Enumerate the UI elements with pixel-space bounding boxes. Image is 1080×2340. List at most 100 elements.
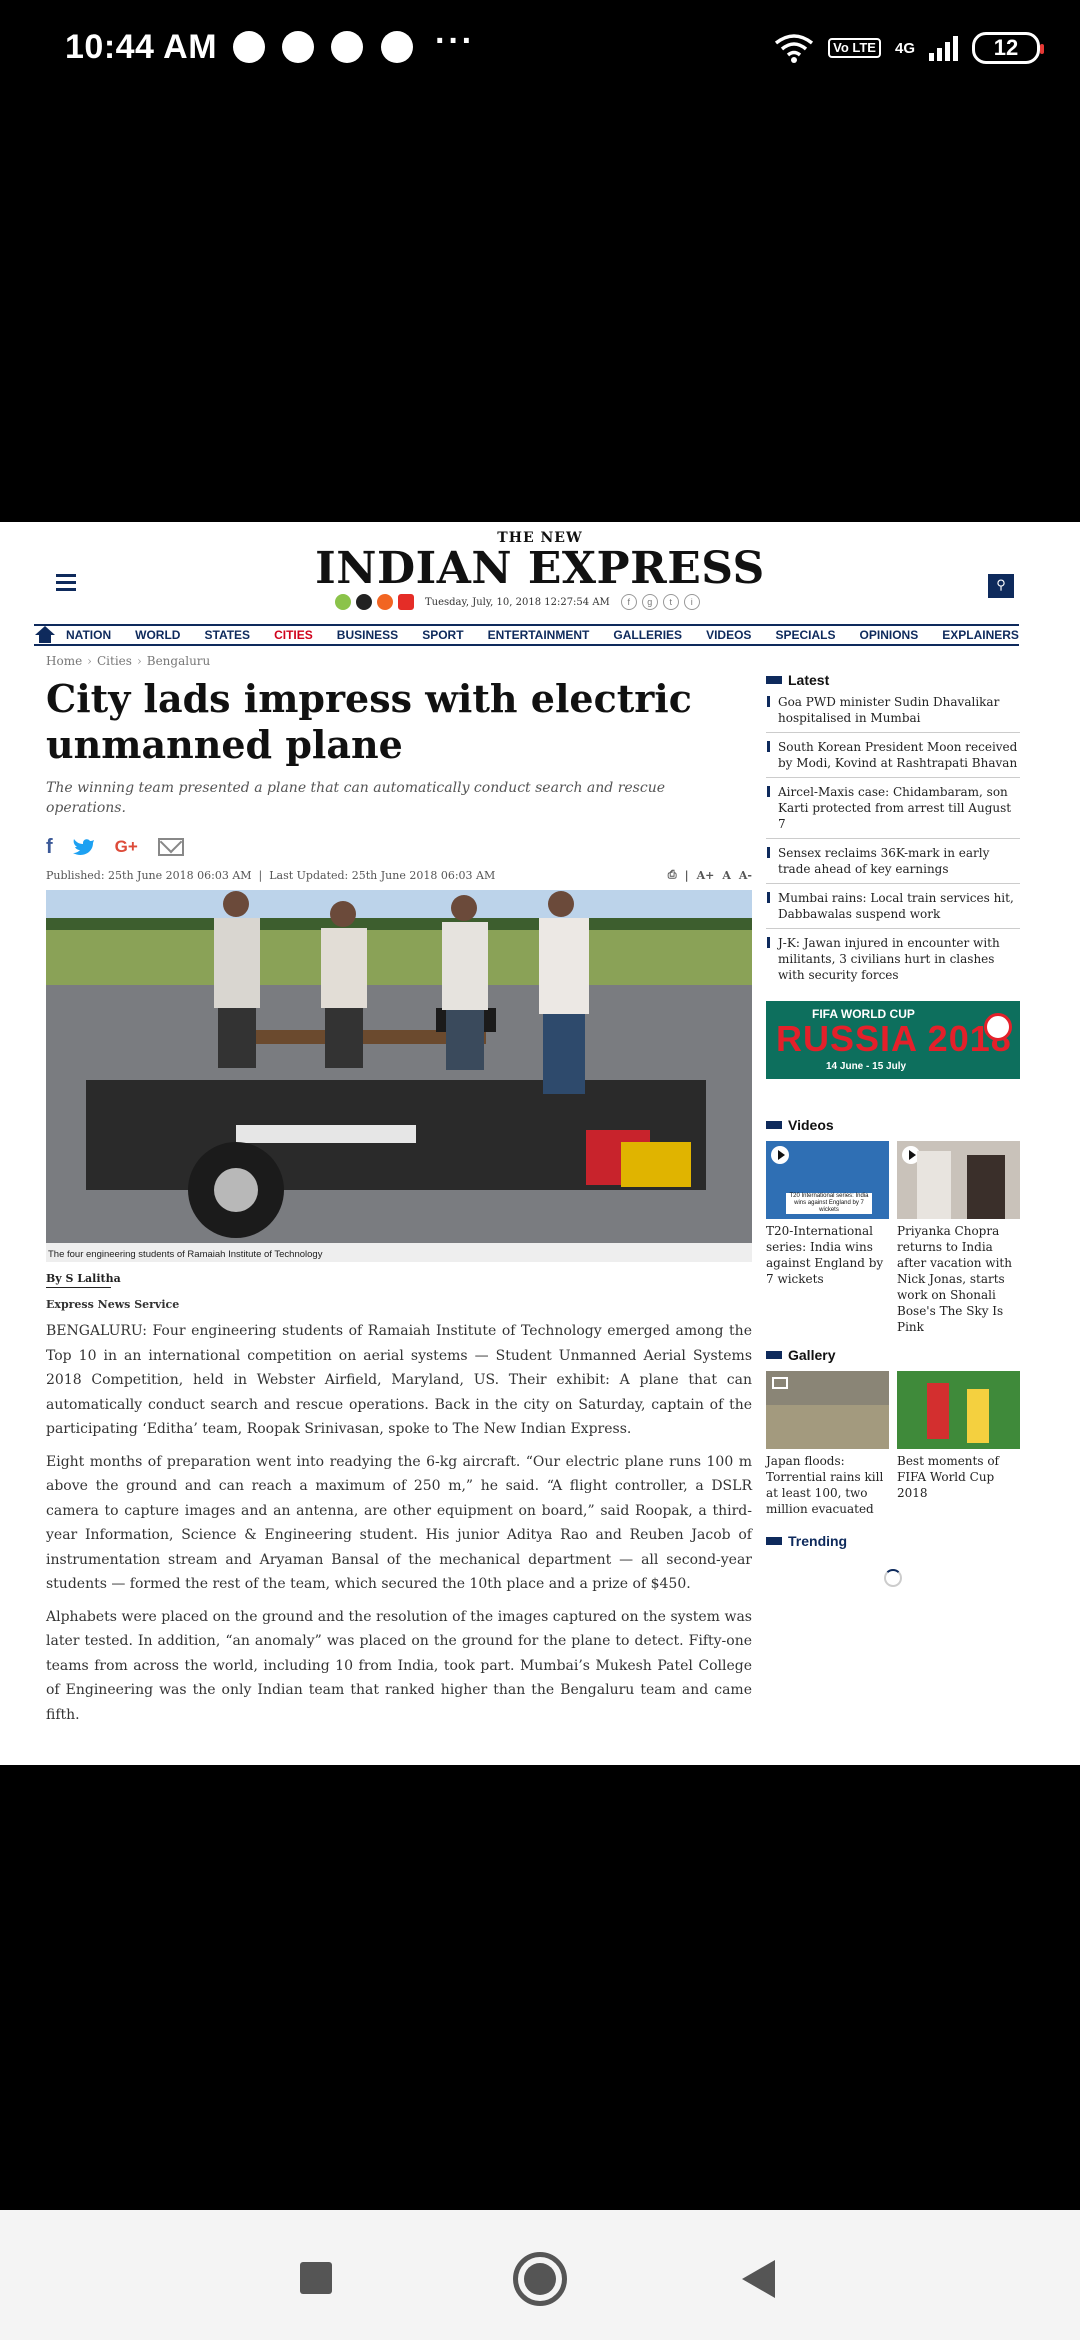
back-button[interactable]: [742, 2260, 775, 2298]
latest-item[interactable]: Sensex reclaims 36K-mark in early trade …: [766, 839, 1020, 884]
logo-main-text: INDIAN EXPRESS: [315, 543, 765, 594]
home-icon[interactable]: [34, 626, 56, 644]
font-increase-button[interactable]: A+: [697, 869, 715, 882]
video-card[interactable]: Priyanka Chopra returns to India after v…: [897, 1141, 1020, 1335]
email-share-icon[interactable]: [157, 838, 184, 856]
nav-item-nation[interactable]: NATION: [66, 628, 111, 642]
android-icon[interactable]: [335, 594, 351, 610]
gallery-icon: [772, 1377, 788, 1389]
trending-heading: Trending: [766, 1533, 1020, 1549]
google-plus-icon[interactable]: g: [641, 594, 658, 610]
latest-item[interactable]: Goa PWD minister Sudin Dhavalikar hospit…: [766, 688, 1020, 733]
status-time: 10:44 AM: [65, 28, 218, 66]
gallery-heading: Gallery: [766, 1347, 1020, 1363]
gallery-card[interactable]: Japan floods: Torrential rains kill at l…: [766, 1371, 889, 1517]
loading-spinner-icon: [884, 1569, 902, 1587]
apple-icon[interactable]: [356, 594, 372, 610]
google-plus-share-icon[interactable]: G+: [115, 837, 138, 857]
header-meta: Tuesday, July, 10, 2018 12:27:54 AM f g …: [335, 592, 755, 612]
gallery-thumbnail: [897, 1371, 1020, 1449]
chat-bubble-icon: [233, 31, 265, 63]
article-title: City lads impress with electric unmanned…: [46, 676, 692, 767]
latest-heading: Latest: [766, 672, 1020, 688]
nav-item-world[interactable]: WORLD: [135, 628, 180, 642]
nav-item-business[interactable]: BUSINESS: [337, 628, 398, 642]
video-thumbnail: T20 International series: India wins aga…: [766, 1141, 889, 1219]
instagram-icon[interactable]: i: [683, 594, 700, 610]
banner-main-text: RUSSIA 2018: [776, 1018, 1012, 1059]
nav-item-specials[interactable]: SPECIALS: [775, 628, 835, 642]
twitter-icon[interactable]: t: [662, 594, 679, 610]
latest-item[interactable]: J-K: Jawan injured in encounter with mil…: [766, 929, 1020, 989]
main-nav: NATION WORLD STATES CITIES BUSINESS SPOR…: [34, 624, 1019, 646]
site-logo[interactable]: THE NEW INDIAN EXPRESS: [0, 530, 1080, 592]
video-thumbnail: [897, 1141, 1020, 1219]
football-icon: [984, 1013, 1012, 1041]
article-photo: [46, 890, 752, 1243]
grid-app-icon: [282, 31, 314, 63]
section-flag-icon: [766, 1537, 782, 1545]
facebook-icon[interactable]: f: [620, 594, 637, 610]
author-byline[interactable]: By S Lalitha: [46, 1272, 752, 1285]
latest-item[interactable]: South Korean President Moon received by …: [766, 733, 1020, 778]
home-button[interactable]: [513, 2252, 567, 2306]
recent-apps-button[interactable]: [300, 2262, 332, 2294]
published-date: Published: 25th June 2018 06:03 AM: [46, 868, 252, 882]
banner-dates: 14 June - 15 July: [826, 1061, 907, 1072]
font-reset-button[interactable]: A: [722, 869, 731, 882]
nav-item-sport[interactable]: SPORT: [422, 628, 463, 642]
wifi-icon: [775, 34, 814, 63]
video-title: T20-International series: India wins aga…: [766, 1224, 884, 1286]
breadcrumb-separator: ›: [87, 654, 92, 668]
trending-title: Trending: [788, 1533, 848, 1549]
nav-item-galleries[interactable]: GALLERIES: [613, 628, 682, 642]
videos-title: Videos: [788, 1117, 834, 1133]
video-title: Priyanka Chopra returns to India after v…: [897, 1224, 1012, 1334]
rss-icon[interactable]: [377, 594, 393, 610]
battery-level: 12: [993, 35, 1019, 60]
video-card[interactable]: T20 International series: India wins aga…: [766, 1141, 889, 1335]
updated-date: Last Updated: 25th June 2018 06:03 AM: [269, 868, 496, 882]
breadcrumb: Home › Cities › Bengaluru: [46, 654, 752, 668]
twitter-share-icon[interactable]: [72, 838, 95, 856]
system-navigation-bar: [0, 2210, 1080, 2340]
grid-app-icon: [331, 31, 363, 63]
nav-item-videos[interactable]: VIDEOS: [706, 628, 751, 642]
meta-divider: |: [684, 868, 689, 882]
latest-title: Latest: [788, 672, 830, 688]
facebook-icon: [381, 31, 413, 63]
signal-icon: [929, 35, 958, 61]
play-icon: [771, 1146, 789, 1164]
search-icon: ⚲: [996, 578, 1006, 593]
breadcrumb-bengaluru[interactable]: Bengaluru: [147, 654, 211, 668]
gallery-card[interactable]: Best moments of FIFA World Cup 2018: [897, 1371, 1020, 1517]
gallery-title: Gallery: [788, 1347, 836, 1363]
gallery-thumbnail: [766, 1371, 889, 1449]
videos-grid: T20 International series: India wins aga…: [766, 1141, 1020, 1335]
facebook-share-icon[interactable]: f: [46, 836, 53, 859]
latest-item[interactable]: Aircel-Maxis case: Chidambaram, son Kart…: [766, 778, 1020, 839]
photo-students-with-plane: [46, 890, 752, 1243]
gallery-title-text: Japan floods: Torrential rains kill at l…: [766, 1454, 884, 1516]
sidebar: Latest Goa PWD minister Sudin Dhavalikar…: [766, 672, 1020, 1587]
nav-item-explainers[interactable]: EXPLAINERS: [942, 628, 1019, 642]
breadcrumb-home[interactable]: Home: [46, 654, 82, 668]
font-decrease-button[interactable]: A-: [739, 869, 752, 882]
search-button[interactable]: ⚲: [988, 574, 1014, 598]
latest-item[interactable]: Mumbai rains: Local train services hit, …: [766, 884, 1020, 929]
article-paragraph: BENGALURU: Four engineering students of …: [46, 1323, 752, 1437]
print-icon[interactable]: ⎙: [668, 868, 677, 882]
fifa-world-cup-banner[interactable]: FIFA WORLD CUP RUSSIA 2018 14 June - 15 …: [766, 1001, 1020, 1079]
photo-caption: The four engineering students of Ramaiah…: [46, 1243, 752, 1262]
nav-item-entertainment[interactable]: ENTERTAINMENT: [488, 628, 590, 642]
network-type: 4G: [894, 39, 915, 57]
volte-icon: Vo LTE: [828, 38, 881, 58]
nav-item-cities[interactable]: CITIES: [274, 628, 313, 642]
youtube-icon[interactable]: [398, 594, 414, 610]
nav-item-opinions[interactable]: OPINIONS: [860, 628, 919, 642]
videos-heading: Videos: [766, 1117, 1020, 1133]
article: Home › Cities › Bengaluru City lads impr…: [46, 654, 752, 1727]
nav-item-states[interactable]: STATES: [205, 628, 251, 642]
section-flag-icon: [766, 1121, 782, 1129]
breadcrumb-cities[interactable]: Cities: [97, 654, 132, 668]
